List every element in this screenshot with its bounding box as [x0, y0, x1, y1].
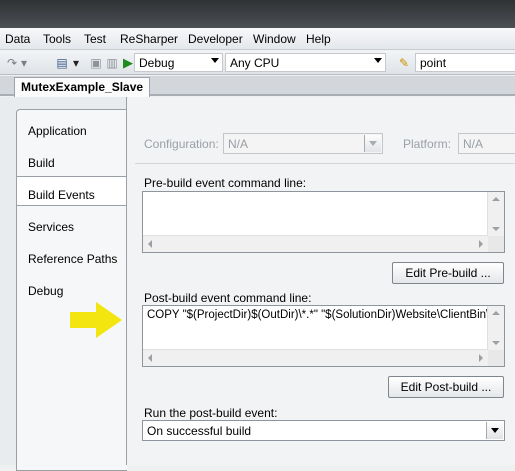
- scroll-down-icon[interactable]: [492, 341, 500, 345]
- menu-test[interactable]: Test: [84, 32, 106, 46]
- configuration-label: Configuration:: [144, 137, 219, 151]
- find-in-files-icon[interactable]: ✎: [396, 55, 412, 71]
- scroll-right-icon[interactable]: [479, 354, 483, 362]
- nav-frame: Application Build Build Events Services …: [16, 109, 128, 471]
- configuration-value: N/A: [228, 137, 249, 151]
- scroll-right-icon[interactable]: [479, 240, 483, 248]
- scroll-left-icon[interactable]: [148, 240, 152, 248]
- edit-prebuild-button[interactable]: Edit Pre-build ...: [392, 262, 504, 284]
- chevron-down-icon: [211, 58, 219, 63]
- prebuild-command-textbox[interactable]: [142, 191, 505, 253]
- menu-window[interactable]: Window: [253, 32, 296, 46]
- nav-item-build-events[interactable]: Build Events: [28, 188, 95, 202]
- chevron-down-icon: [369, 141, 377, 146]
- scroll-corner: [488, 350, 504, 366]
- prebuild-vertical-scrollbar[interactable]: [487, 192, 504, 236]
- menu-help[interactable]: Help: [306, 32, 331, 46]
- redo-icon[interactable]: ↷: [4, 55, 20, 71]
- edit-postbuild-button[interactable]: Edit Post-build ...: [388, 376, 504, 398]
- run-postbuild-select[interactable]: On successful build: [142, 420, 505, 441]
- platform-label: Platform:: [403, 137, 452, 151]
- redo-dropdown-icon[interactable]: ▾: [20, 55, 28, 71]
- scroll-corner: [488, 236, 504, 252]
- postbuild-command-text: COPY "$(ProjectDir)$(OutDir)\*.*" "$(Sol…: [147, 309, 494, 321]
- postbuild-command-textbox[interactable]: COPY "$(ProjectDir)$(OutDir)\*.*" "$(Sol…: [142, 305, 505, 367]
- build-events-page: Configuration: N/A Platform: N/A Pre-bui…: [126, 97, 515, 465]
- solution-configuration-value: Debug: [139, 56, 175, 70]
- solution-configuration-select[interactable]: Debug: [134, 53, 223, 72]
- scroll-up-icon[interactable]: [492, 311, 500, 315]
- prebuild-horizontal-scrollbar[interactable]: [143, 235, 488, 252]
- prebuild-label: Pre-build event command line:: [144, 176, 307, 190]
- scroll-down-icon[interactable]: [492, 227, 500, 231]
- menu-bar: Data Tools Test ReSharper Developer Wind…: [0, 28, 515, 50]
- nav-item-debug[interactable]: Debug: [28, 284, 63, 298]
- run-postbuild-dropdown-button[interactable]: [486, 422, 503, 439]
- navigate-dropdown-icon[interactable]: ▾: [72, 55, 80, 71]
- menu-data[interactable]: Data: [5, 32, 30, 46]
- menu-developer[interactable]: Developer: [188, 32, 243, 46]
- postbuild-horizontal-scrollbar[interactable]: [143, 349, 488, 366]
- platform-select: N/A: [458, 133, 515, 154]
- run-postbuild-label: Run the post-build event:: [144, 406, 278, 420]
- find-input[interactable]: point: [415, 53, 515, 72]
- menu-resharper[interactable]: ReSharper: [120, 32, 178, 46]
- tab-project-properties[interactable]: MutexExample_Slave: [14, 77, 151, 98]
- nav-item-application[interactable]: Application: [28, 124, 87, 138]
- toolbar: ↷ ▾ ▤ ▾ ▣ ▥ ▶ Debug Any CPU ✎ point: [0, 51, 515, 75]
- chevron-down-icon: [374, 58, 382, 63]
- configuration-dropdown-button: [364, 135, 381, 152]
- configuration-select: N/A: [223, 133, 383, 154]
- nav-item-build[interactable]: Build: [28, 156, 55, 170]
- scroll-left-icon[interactable]: [148, 354, 152, 362]
- nav-item-services[interactable]: Services: [28, 220, 74, 234]
- property-pages-nav: Application Build Build Events Services …: [0, 97, 130, 471]
- copy-icon[interactable]: ▥: [104, 55, 120, 71]
- section-divider: [135, 163, 515, 164]
- save-icon[interactable]: ▣: [88, 55, 104, 71]
- chevron-down-icon: [491, 428, 499, 433]
- menu-tools[interactable]: Tools: [43, 32, 71, 46]
- postbuild-vertical-scrollbar[interactable]: [487, 306, 504, 350]
- solution-platform-value: Any CPU: [230, 56, 280, 70]
- run-postbuild-value: On successful build: [147, 424, 252, 438]
- navigate-icon[interactable]: ▤: [54, 55, 70, 71]
- document-tab-strip: MutexExample_Slave: [0, 76, 515, 98]
- platform-value: N/A: [463, 137, 484, 151]
- window-title-bar: [0, 0, 515, 28]
- postbuild-label: Post-build event command line:: [144, 291, 312, 305]
- callout-arrow-icon: [70, 302, 122, 338]
- solution-platform-select[interactable]: Any CPU: [225, 53, 386, 72]
- nav-item-reference-paths[interactable]: Reference Paths: [28, 252, 117, 266]
- find-input-value: point: [420, 56, 447, 70]
- scroll-up-icon[interactable]: [492, 197, 500, 201]
